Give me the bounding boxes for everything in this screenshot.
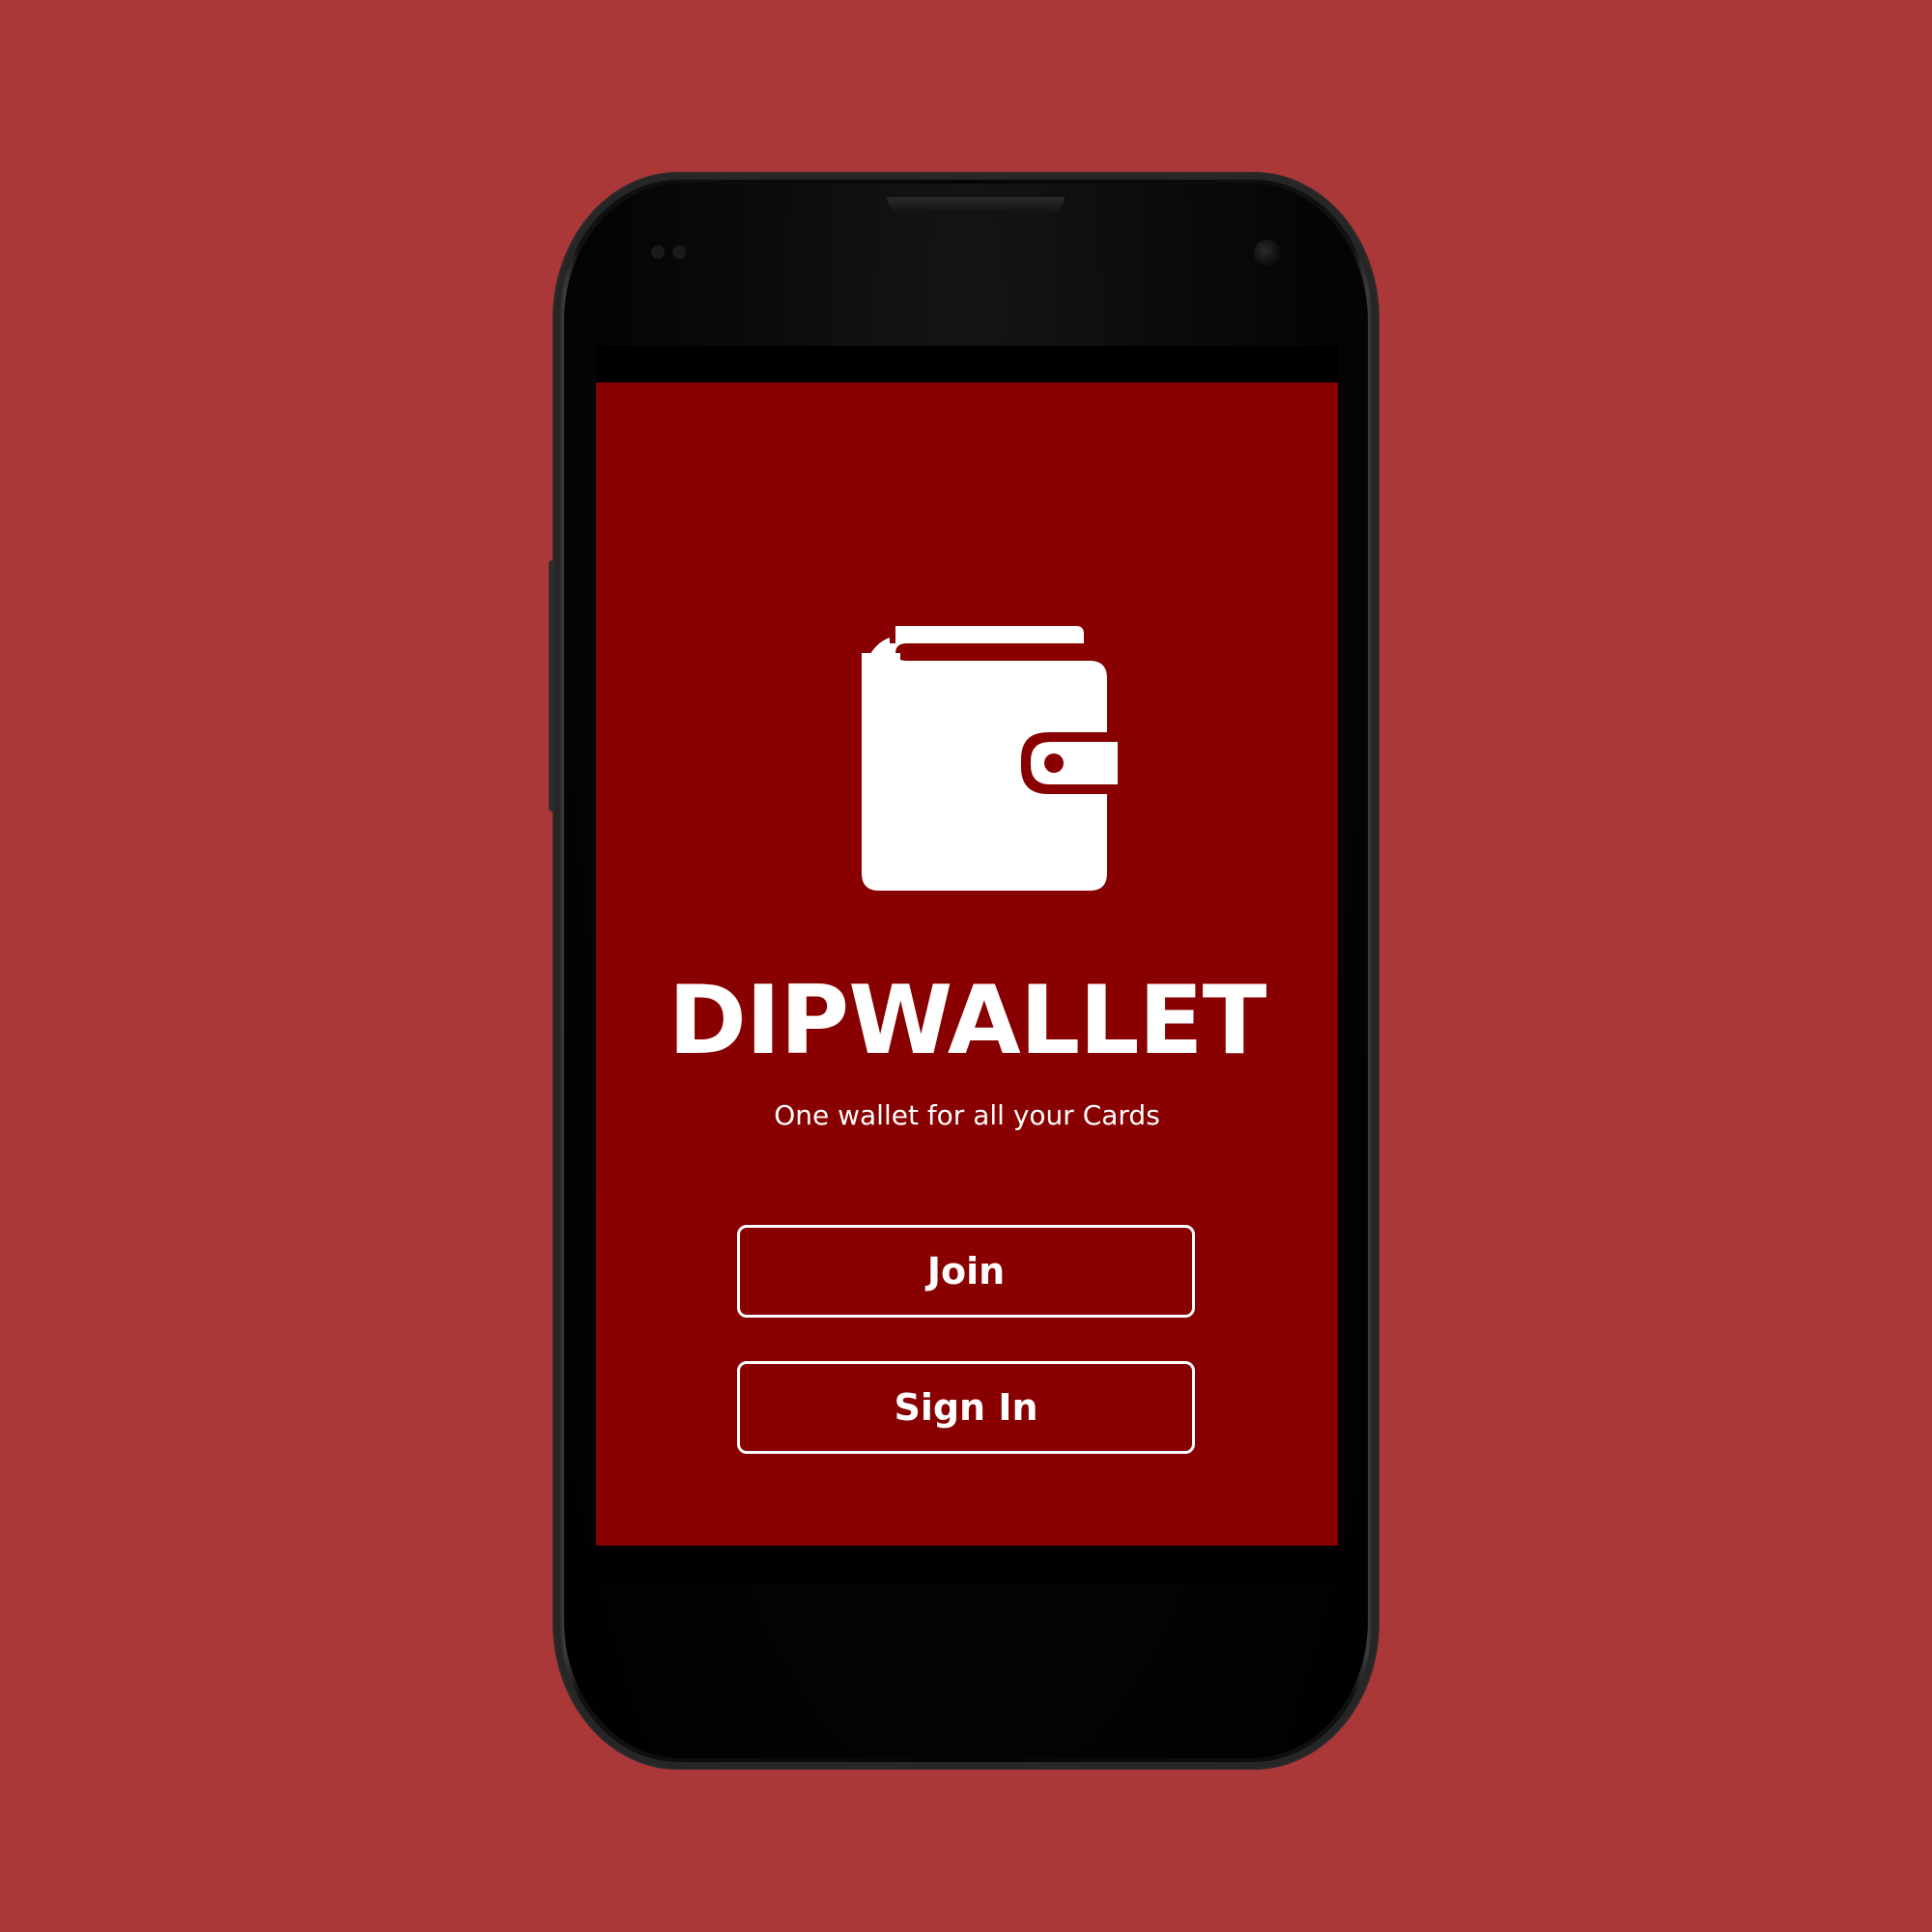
join-button[interactable]: Join — [737, 1225, 1195, 1318]
wallet-icon — [862, 626, 1118, 891]
phone-screen: DIPWALLET One wallet for all your Cards … — [596, 346, 1338, 1584]
proximity-sensor — [651, 245, 665, 259]
earpiece-speaker — [887, 197, 1065, 213]
sign-in-button[interactable]: Sign In — [737, 1361, 1195, 1454]
welcome-screen: DIPWALLET One wallet for all your Cards … — [596, 383, 1338, 1546]
app-title: DIPWALLET — [668, 966, 1267, 1076]
phone-side-button — [549, 560, 554, 811]
app-tagline: One wallet for all your Cards — [774, 1099, 1160, 1131]
front-camera — [1254, 240, 1281, 267]
light-sensor — [672, 245, 686, 259]
